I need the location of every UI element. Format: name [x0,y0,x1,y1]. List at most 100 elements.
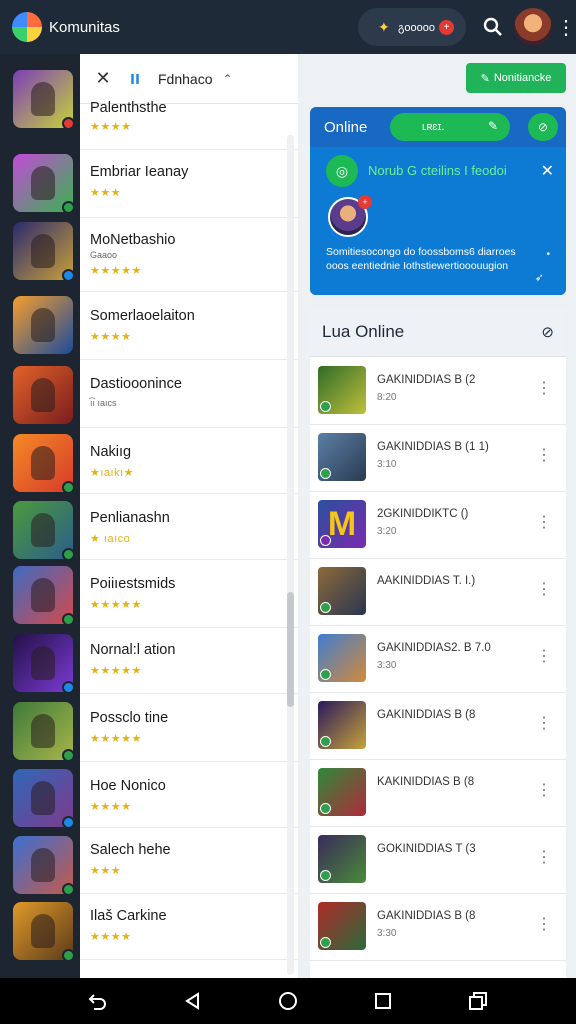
list-item[interactable]: Palenthsthe ★★★★ [80,100,298,150]
game-thumbnail [318,567,366,615]
search-icon[interactable] [476,10,510,44]
online-status-pill[interactable]: ʟʀɛɪ. ✎ [390,113,510,141]
kebab-menu-icon[interactable]: ⋮ [556,10,576,44]
online-game-item[interactable]: GOKINIDDIAS T (3 ⋮ [310,827,566,894]
dot-icon: • [546,249,550,260]
game-thumbnail[interactable] [13,634,75,694]
online-game-time: 3:30 [377,660,397,671]
online-game-item[interactable]: GAKINIDDIAS B (2 8:20 ⋮ [310,358,566,425]
undo-icon[interactable] [78,981,118,1021]
coin-balance-pill[interactable]: ✦ გooooo + [358,8,466,46]
list-scrollbar-track[interactable] [287,135,294,975]
list-item[interactable]: Somerlaoelaiton ★★★★ [80,292,298,360]
game-thumbnail[interactable] [13,836,75,896]
app-logo-icon[interactable] [12,12,42,42]
online-game-item[interactable]: GAKINIDDIAS B (1 1) 3:10 ⋮ [310,425,566,492]
list-item-name: Poiiıestsmids [90,576,176,592]
avatar-badge: + [358,195,372,209]
online-game-item[interactable]: GAKINIDDIAS B (8 3:30 ⋮ [310,894,566,961]
online-notice-body: Somitiesocongo do foossboms6 diarroes oo… [326,246,516,272]
list-header: ✕ ıı Fdnhaco ⌃ [80,54,298,104]
list-item[interactable]: Dastiooonince ı͡ı ıaıcs [80,360,298,428]
game-thumbnail [318,768,366,816]
status-toggle-button[interactable]: ⊘ [528,113,558,141]
list-item-name: Penlianashn [90,510,170,526]
game-thumbnail[interactable] [13,222,75,282]
more-options-icon[interactable]: ⋮ [536,646,552,666]
game-thumbnail[interactable] [13,154,75,214]
more-options-icon[interactable]: ⋮ [536,378,552,398]
game-thumbnail-strip [0,54,80,978]
more-options-icon[interactable]: ⋮ [536,713,552,733]
list-item-name: Nornal:l ation [90,642,176,658]
list-item[interactable]: Embriar Ieanay ★★★ [80,150,298,218]
game-thumbnail[interactable] [13,702,75,762]
list-scrollbar-thumb[interactable] [287,592,294,707]
bars-icon[interactable]: ıı [124,68,146,89]
list-item[interactable]: Nakiıg ★ıaıkı★ [80,428,298,494]
online-card: Online ʟʀɛɪ. ✎ ⊘ ◎ Norub G cteilins I fe… [310,107,566,295]
online-game-item[interactable]: AAKINIDDIAS T. I.) ⋮ [310,559,566,626]
top-actions: ✦ გooooo + ⋮ [358,0,576,54]
more-options-icon[interactable]: ⋮ [536,512,552,532]
multi-window-icon[interactable] [458,981,498,1021]
back-icon[interactable] [173,981,213,1021]
online-game-item[interactable]: GAKINIDDIAS B (8 ⋮ [310,693,566,760]
game-thumbnail [318,433,366,481]
lua-online-card: Lua Online ⊘ GAKINIDDIAS B (2 8:20 ⋮ GAK… [310,309,566,978]
list-item[interactable]: Salech hehe ★★★ [80,828,298,894]
online-game-name: GOKINIDDIAS T (3 [377,843,476,855]
online-game-time: 3:30 [377,928,397,939]
list-item[interactable]: Hoe Nonico ★★★★ [80,762,298,828]
list-item-name: Hoe Nonico [90,778,166,794]
recents-icon[interactable] [363,981,403,1021]
more-options-icon[interactable]: ⋮ [536,579,552,599]
more-options-icon[interactable]: ⋮ [536,914,552,934]
game-thumbnail[interactable] [13,566,75,626]
close-icon[interactable]: ✕ [88,68,118,89]
list-item[interactable]: MoNetbashio Gaaoo ★★★★★ [80,218,298,292]
list-item[interactable]: Penlianashn ★ ıaıco [80,494,298,560]
more-options-icon[interactable]: ⋮ [536,445,552,465]
game-thumbnail[interactable] [13,902,75,962]
list-item[interactable]: Poiiıestsmids ★★★★★ [80,560,298,628]
gamepad-icon: ◎ [326,155,358,187]
rating-stars: ★★★★ [90,121,132,133]
game-list-panel: ✕ ıı Fdnhaco ⌃ Palenthsthe ★★★★ Embriar … [80,54,298,978]
list-item-name: Embriar Ieanay [90,164,189,180]
game-thumbnail[interactable] [13,366,73,424]
online-game-item[interactable]: GAKINIDDIAS2. B 7.0 3:30 ⋮ [310,626,566,693]
game-thumbnail[interactable] [13,434,75,494]
game-thumbnail [318,902,366,950]
list-item[interactable]: Possclo tine ★★★★★ [80,694,298,762]
game-thumbnail [318,634,366,682]
list-item-name: Palenthsthe [90,100,167,116]
online-game-item[interactable]: M 2GKINIDDIKTC () 3:20 ⋮ [310,492,566,559]
online-game-name: 2GKINIDDIKTC () [377,508,469,520]
game-thumbnail [318,835,366,883]
user-avatar[interactable] [514,8,552,46]
more-options-icon[interactable]: ⋮ [536,847,552,867]
close-icon[interactable]: ✕ [541,161,554,181]
game-thumbnail[interactable] [13,501,75,561]
list-item-subtitle: Gaaoo [90,250,118,260]
list-item[interactable]: Ilaš Carkine ★★★★ [80,894,298,960]
rating-stars: ★ ıaıco [90,533,131,545]
new-post-button[interactable]: ✎ Nonitiancke [466,63,566,93]
game-thumbnail[interactable] [13,769,75,829]
coin-balance: გooooo [398,21,435,34]
app-title: Komunitas [49,18,120,36]
game-thumbnail[interactable] [13,70,75,130]
list-title: Fdnhaco [158,70,213,87]
online-game-name: GAKINIDDIAS B (1 1) [377,441,489,453]
online-game-name: AAKINIDDIAS T. I.) [377,575,476,587]
more-options-icon[interactable]: ⋮ [536,780,552,800]
home-icon[interactable] [268,981,308,1021]
game-thumbnail[interactable] [13,296,73,354]
list-item[interactable]: Nornal:l ation ★★★★★ [80,628,298,694]
online-game-name: GAKINIDDIAS B (2 [377,374,476,386]
send-icon[interactable]: ➶ [535,271,544,284]
online-game-item[interactable]: KAKINIDDIAS B (8 ⋮ [310,760,566,827]
block-icon[interactable]: ⊘ [541,323,554,341]
chevron-up-icon[interactable]: ⌃ [222,72,232,86]
